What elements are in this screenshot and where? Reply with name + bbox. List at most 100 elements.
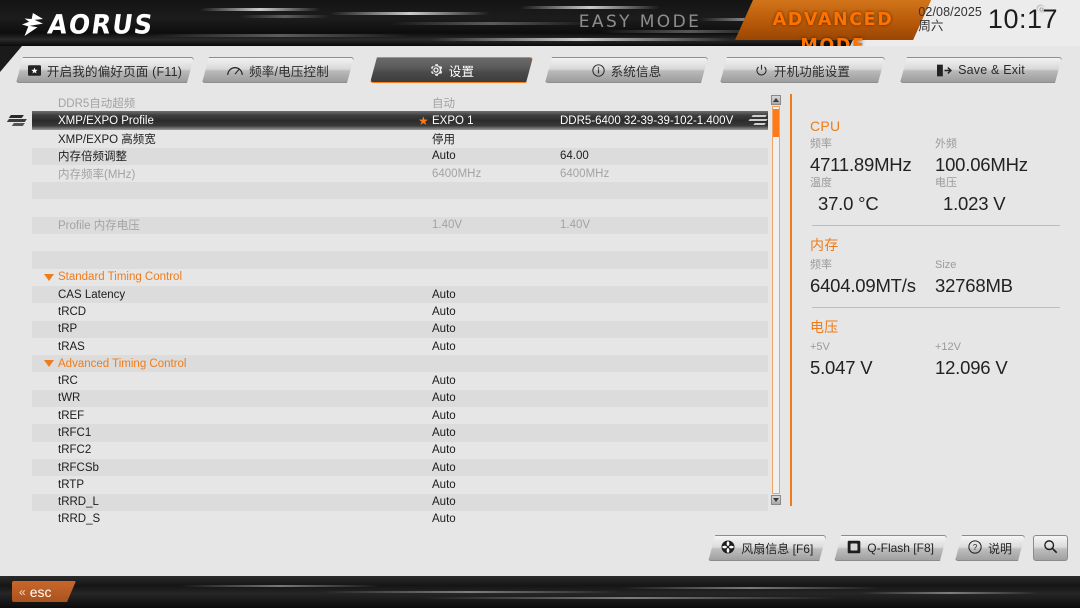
- settings-row-value: Auto: [432, 426, 456, 439]
- nav-corner-decoration: [0, 46, 22, 72]
- favorite-star-icon: ★: [418, 114, 429, 129]
- hw-cell-caption: 温度: [810, 177, 832, 190]
- settings-section-header: Standard Timing Control: [32, 268, 768, 286]
- settings-row-value: 6400MHz: [432, 167, 482, 180]
- search-button[interactable]: [1033, 535, 1068, 561]
- nav-tab-settings[interactable]: 设置: [370, 57, 533, 83]
- hw-cell: +12V 12.096 V: [935, 340, 1060, 379]
- settings-row[interactable]: tRP Auto: [32, 320, 768, 338]
- system-clock: 02/08/2025 周六 10:17: [918, 5, 1058, 34]
- nav-tab-tweaker[interactable]: 频率/电压控制: [202, 57, 354, 83]
- scroll-up-button[interactable]: [771, 95, 781, 105]
- svg-text:?: ?: [973, 543, 978, 552]
- hw-cell-value: 1.023 V: [943, 193, 1006, 214]
- hw-group-title: 电压: [810, 319, 839, 336]
- settings-row-label: tRC: [58, 375, 78, 388]
- hw-row: +5V 5.047 V +12V 12.096 V: [810, 340, 1060, 379]
- hardware-monitor-groups: CPU 频率 4711.89MHz 外频 100.06MHz 温度 37.0 °C 电压 1.0…: [792, 94, 1080, 379]
- clock-date-block: 02/08/2025 周六: [918, 5, 982, 34]
- settings-row[interactable]: tRC Auto: [32, 372, 768, 390]
- settings-row-value: Auto: [432, 323, 456, 336]
- settings-row[interactable]: tRCD Auto: [32, 303, 768, 321]
- settings-row[interactable]: tRRD_S Auto: [32, 510, 768, 529]
- settings-row-detail: 6400MHz: [560, 167, 610, 180]
- settings-row[interactable]: tRFC1 Auto: [32, 424, 768, 442]
- settings-row-detail: 1.40V: [560, 219, 591, 232]
- scrollbar-thumb[interactable]: [773, 109, 779, 137]
- settings-row[interactable]: tWR Auto: [32, 389, 768, 408]
- hw-group-title: CPU: [810, 118, 841, 134]
- hw-cell-value: 37.0 °C: [818, 193, 879, 214]
- settings-row[interactable]: DDR5自动超频 自动: [32, 94, 768, 112]
- esc-label: esc: [29, 583, 52, 600]
- nav-tab-save-exit[interactable]: Save & Exit: [900, 57, 1062, 83]
- hw-cell-caption: +5V: [810, 341, 830, 354]
- settings-row-label: XMP/EXPO 高频宽: [58, 133, 156, 146]
- nav-tab-favorites[interactable]: 开启我的偏好页面 (F11): [16, 57, 194, 83]
- settings-row[interactable]: tRTP Auto: [32, 476, 768, 494]
- section-expand-triangle-icon[interactable]: [44, 273, 54, 281]
- hw-cell-value: 100.06MHz: [935, 153, 1028, 175]
- clock-time: 10:17: [987, 3, 1058, 34]
- hw-row: 温度 37.0 °C 电压 1.023 V: [810, 176, 1060, 215]
- exit-door-icon: [937, 64, 952, 77]
- settings-row[interactable]: Profile 内存电压 1.40V 1.40V: [32, 216, 768, 235]
- settings-row-value: Auto: [432, 375, 456, 388]
- tab-advanced-mode[interactable]: ADVANCED MODE: [738, 7, 928, 46]
- fan-info-label: 风扇信息 [F6]: [741, 541, 814, 556]
- nav-tab-save-exit-label: Save & Exit: [958, 63, 1025, 77]
- settings-row[interactable]: XMP/EXPO 高频宽 停用: [32, 130, 768, 148]
- hw-cell-caption: 外频: [935, 138, 957, 150]
- settings-row-value: Auto: [432, 513, 456, 526]
- tab-easy-mode[interactable]: EASY MODE: [540, 8, 740, 36]
- settings-row[interactable]: tRAS Auto: [32, 337, 768, 356]
- gear-icon: [429, 63, 443, 77]
- settings-row-value: 1.40V: [432, 219, 463, 232]
- fan-info-button[interactable]: 风扇信息 [F6]: [708, 535, 826, 561]
- settings-row[interactable]: tRFCSb Auto: [32, 458, 768, 477]
- hw-group: 内存 频率 6404.09MT/s Size 32768MB: [810, 235, 1060, 297]
- settings-row-value: Auto: [432, 305, 456, 318]
- scroll-down-button[interactable]: [771, 495, 781, 505]
- settings-row[interactable]: ★ XMP/EXPO Profile EXPO 1 DDR5-6400 32-39-3…: [7, 111, 768, 131]
- info-circle-icon: [592, 64, 605, 77]
- settings-row[interactable]: 内存倍频调整 Auto 64.00: [32, 147, 768, 165]
- settings-row[interactable]: tRFC2 Auto: [32, 441, 768, 459]
- qflash-button[interactable]: Q-Flash [F8]: [834, 535, 947, 561]
- settings-row-value: 自动: [432, 97, 455, 110]
- settings-row[interactable]: CAS Latency Auto: [32, 285, 768, 304]
- power-icon: [755, 64, 768, 77]
- settings-row[interactable]: tRRD_L Auto: [32, 493, 768, 511]
- clock-weekday: 周六: [918, 19, 944, 34]
- settings-row-spacer: [32, 182, 768, 200]
- settings-row-label: DDR5自动超频: [58, 97, 136, 110]
- nav-tab-tweaker-label: 频率/电压控制: [249, 64, 329, 79]
- hw-cell: 温度 37.0 °C: [810, 176, 935, 215]
- hw-row: 频率 6404.09MT/s Size 32768MB: [810, 258, 1060, 297]
- settings-row[interactable]: tREF Auto: [32, 407, 768, 425]
- settings-row[interactable]: 内存频率(MHz) 6400MHz 6400MHz: [32, 164, 768, 183]
- hw-cell-caption: 频率: [810, 138, 832, 150]
- bios-screen: AORUS EASY MODE ADVANCED MODE 02/08/2025…: [0, 0, 1080, 608]
- list-scrollbar[interactable]: [770, 94, 782, 506]
- scrollbar-track[interactable]: [772, 106, 780, 494]
- settings-row-value: Auto: [432, 392, 456, 405]
- esc-button[interactable]: « esc: [12, 581, 76, 602]
- hw-row: 频率 4711.89MHz 外频 100.06MHz: [810, 137, 1060, 176]
- search-icon: [1043, 539, 1058, 557]
- hw-cell-caption: +12V: [935, 341, 961, 354]
- settings-row-spacer: [32, 199, 768, 217]
- section-expand-triangle-icon[interactable]: [44, 360, 54, 368]
- hardware-monitor-panel: CPU 频率 4711.89MHz 外频 100.06MHz 温度 37.0 °C 电压 1.0…: [790, 94, 1080, 506]
- settings-row-label: tRCD: [58, 305, 87, 318]
- settings-row-value: 停用: [432, 133, 455, 146]
- settings-row-label: 内存倍频调整: [58, 151, 127, 164]
- nav-tab-system-info[interactable]: 系统信息: [545, 57, 708, 83]
- double-chevron-left-icon: «: [19, 584, 26, 599]
- hw-cell: 频率 4711.89MHz: [810, 137, 935, 176]
- clock-date: 02/08/2025: [918, 5, 982, 19]
- hw-cell-value: 6404.09MT/s: [810, 275, 916, 297]
- nav-tab-boot[interactable]: 开机功能设置: [720, 57, 885, 83]
- favorites-icon: [28, 65, 41, 76]
- help-button[interactable]: ? 说明: [955, 535, 1025, 561]
